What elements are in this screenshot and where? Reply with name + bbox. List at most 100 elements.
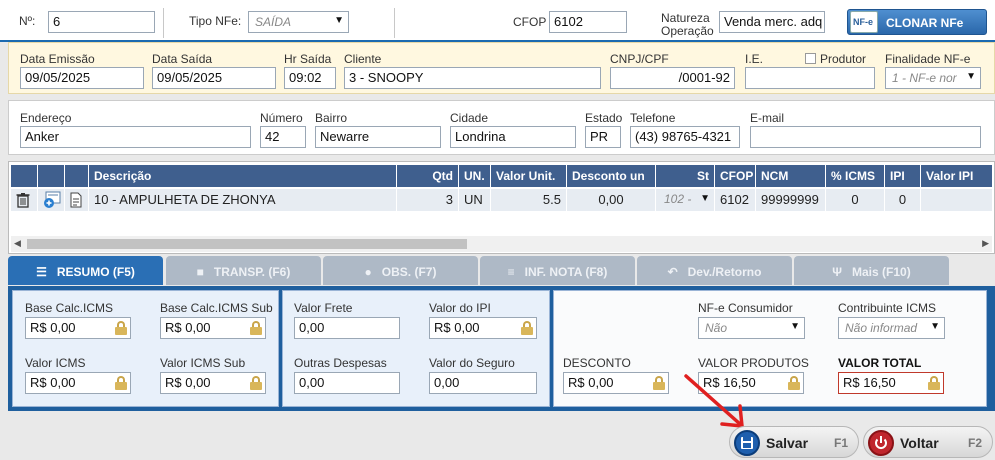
valor-icms-field[interactable]: R$ 0,00 xyxy=(25,372,131,394)
valor-total-value: R$ 16,50 xyxy=(843,375,896,390)
cell-valor-unit[interactable]: 5.5 xyxy=(491,189,566,211)
add-detail-icon[interactable] xyxy=(38,189,64,211)
lock-icon xyxy=(788,376,800,390)
cliente-label: Cliente xyxy=(344,52,382,66)
natureza-operacao-field[interactable]: Venda merc. adq xyxy=(719,11,825,33)
valor-ipi-label: Valor do IPI xyxy=(429,301,491,315)
cell-icms[interactable]: 0 xyxy=(826,189,884,211)
produtor-checkbox[interactable] xyxy=(805,53,816,64)
trash-icon[interactable] xyxy=(11,189,37,211)
estado-field[interactable]: PR xyxy=(585,126,621,148)
desconto-label: DESCONTO xyxy=(563,356,631,370)
salvar-button[interactable]: Salvar F1 xyxy=(729,426,859,458)
tab-mais[interactable]: Ψ Mais (F10) xyxy=(794,256,949,285)
valor-seguro-field[interactable]: 0,00 xyxy=(429,372,537,394)
tab-transp-label: TRANSP. (F6) xyxy=(213,265,291,279)
desconto-field[interactable]: R$ 0,00 xyxy=(563,372,669,394)
lock-icon xyxy=(928,376,940,390)
base-calc-icms-field[interactable]: R$ 0,00 xyxy=(25,317,131,339)
grid-header-cfop[interactable]: CFOP xyxy=(715,165,755,187)
cell-qtd[interactable]: 3 xyxy=(397,189,458,211)
valor-total-field[interactable]: R$ 16,50 xyxy=(838,372,944,394)
cell-cfop[interactable]: 6102 xyxy=(715,189,755,211)
items-grid: Descrição Qtd UN. Valor Unit. Desconto u… xyxy=(8,161,995,254)
speech-bubble-icon: ● xyxy=(364,265,372,279)
voltar-button[interactable]: Voltar F2 xyxy=(863,426,993,458)
finalidade-select[interactable]: 1 - NF-e nor ▼ xyxy=(885,67,981,89)
voltar-label: Voltar xyxy=(900,435,939,451)
numero-field[interactable]: 42 xyxy=(260,126,306,148)
list-icon: ☰ xyxy=(36,265,47,279)
tab-inf-nota[interactable]: ≡ INF. NOTA (F8) xyxy=(480,256,635,285)
scroll-right-icon[interactable]: ▶ xyxy=(982,238,989,249)
scrollbar-thumb[interactable] xyxy=(27,239,467,249)
tab-bar: ☰ RESUMO (F5) ■ TRANSP. (F6) ● OBS. (F7) ≡ I… xyxy=(8,256,995,286)
grid-header-icms[interactable]: % ICMS xyxy=(826,165,884,187)
grid-header-descricao[interactable]: Descrição xyxy=(89,165,396,187)
base-calc-icms-sub-field[interactable]: R$ 0,00 xyxy=(160,317,266,339)
numero-nfe-field[interactable]: 6 xyxy=(48,11,155,33)
grid-header-un[interactable]: UN. xyxy=(459,165,490,187)
tab-inf-nota-label: INF. NOTA (F8) xyxy=(524,265,608,279)
chevron-down-icon: ▼ xyxy=(790,321,800,332)
lock-icon xyxy=(653,376,665,390)
data-emissao-field[interactable]: 09/05/2025 xyxy=(20,67,144,89)
cell-valor-ipi[interactable] xyxy=(921,189,992,211)
valor-produtos-label: VALOR PRODUTOS xyxy=(698,356,809,370)
clonar-nfe-button[interactable]: NF-e CLONAR NFe xyxy=(847,9,987,35)
tab-resumo[interactable]: ☰ RESUMO (F5) xyxy=(8,256,163,285)
chevron-down-icon: ▼ xyxy=(930,321,940,332)
cnpj-cpf-field[interactable]: /0001-92 xyxy=(610,67,735,89)
finalidade-label: Finalidade NF-e xyxy=(885,52,971,66)
grid-header-qtd[interactable]: Qtd xyxy=(397,165,458,187)
cell-un[interactable]: UN xyxy=(459,189,490,211)
tab-dev-retorno[interactable]: ↶ Dev./Retorno xyxy=(637,256,792,285)
document-icon[interactable] xyxy=(65,189,88,211)
finalidade-value: 1 - NF-e nor xyxy=(892,71,957,85)
ie-field[interactable] xyxy=(745,67,875,89)
tipo-nfe-value: SAÍDA xyxy=(255,15,292,29)
grid-header-valor-ipi[interactable]: Valor IPI xyxy=(921,165,992,187)
telefone-field[interactable]: (43) 98765-4321 xyxy=(630,126,740,148)
valor-frete-field[interactable]: 0,00 xyxy=(294,317,400,339)
horizontal-scrollbar[interactable]: ◀ ▶ xyxy=(11,236,992,252)
bairro-field[interactable]: Newarre xyxy=(315,126,441,148)
cell-ipi[interactable]: 0 xyxy=(885,189,920,211)
contribuinte-icms-select[interactable]: Não informad ▼ xyxy=(838,317,945,339)
tab-resumo-label: RESUMO (F5) xyxy=(56,265,135,279)
scroll-left-icon[interactable]: ◀ xyxy=(14,238,21,249)
grid-header-st[interactable]: St xyxy=(656,165,714,187)
valor-ipi-field[interactable]: R$ 0,00 xyxy=(429,317,537,339)
cidade-label: Cidade xyxy=(450,111,489,125)
endereco-field[interactable]: Anker xyxy=(20,126,251,148)
bairro-label: Bairro xyxy=(315,111,348,125)
hr-saida-field[interactable]: 09:02 xyxy=(284,67,336,89)
tab-mais-label: Mais (F10) xyxy=(852,265,911,279)
nfe-consumidor-select[interactable]: Não ▼ xyxy=(698,317,805,339)
tab-transp[interactable]: ■ TRANSP. (F6) xyxy=(166,256,321,285)
grid-header-ncm[interactable]: NCM xyxy=(756,165,825,187)
grid-header-desconto[interactable]: Desconto un xyxy=(567,165,655,187)
cell-descricao[interactable]: 10 - AMPULHETA DE ZHONYA xyxy=(89,189,396,211)
base-calc-icms-sub-value: R$ 0,00 xyxy=(165,320,211,335)
ie-label: I.E. xyxy=(745,52,764,66)
cell-st-select[interactable]: 102 - ▼ xyxy=(656,189,714,211)
tab-obs[interactable]: ● OBS. (F7) xyxy=(323,256,478,285)
grid-header-ipi[interactable]: IPI xyxy=(885,165,920,187)
cfop-field[interactable]: 6102 xyxy=(549,11,627,33)
outras-despesas-field[interactable]: 0,00 xyxy=(294,372,400,394)
data-saida-field[interactable]: 09/05/2025 xyxy=(152,67,276,89)
cell-desconto[interactable]: 0,00 xyxy=(567,189,655,211)
contribuinte-icms-label: Contribuinte ICMS xyxy=(838,301,937,315)
email-field[interactable] xyxy=(750,126,981,148)
valor-seguro-label: Valor do Seguro xyxy=(429,356,515,370)
tipo-nfe-select[interactable]: SAÍDA ▼ xyxy=(248,11,349,33)
valor-icms-sub-field[interactable]: R$ 0,00 xyxy=(160,372,266,394)
chevron-down-icon: ▼ xyxy=(700,193,710,204)
tab-dev-retorno-label: Dev./Retorno xyxy=(687,265,762,279)
data-emissao-label: Data Emissão xyxy=(20,52,95,66)
cidade-field[interactable]: Londrina xyxy=(450,126,576,148)
cell-ncm[interactable]: 99999999 xyxy=(756,189,825,211)
grid-header-valor-unit[interactable]: Valor Unit. xyxy=(491,165,566,187)
cliente-field[interactable]: 3 - SNOOPY xyxy=(344,67,601,89)
